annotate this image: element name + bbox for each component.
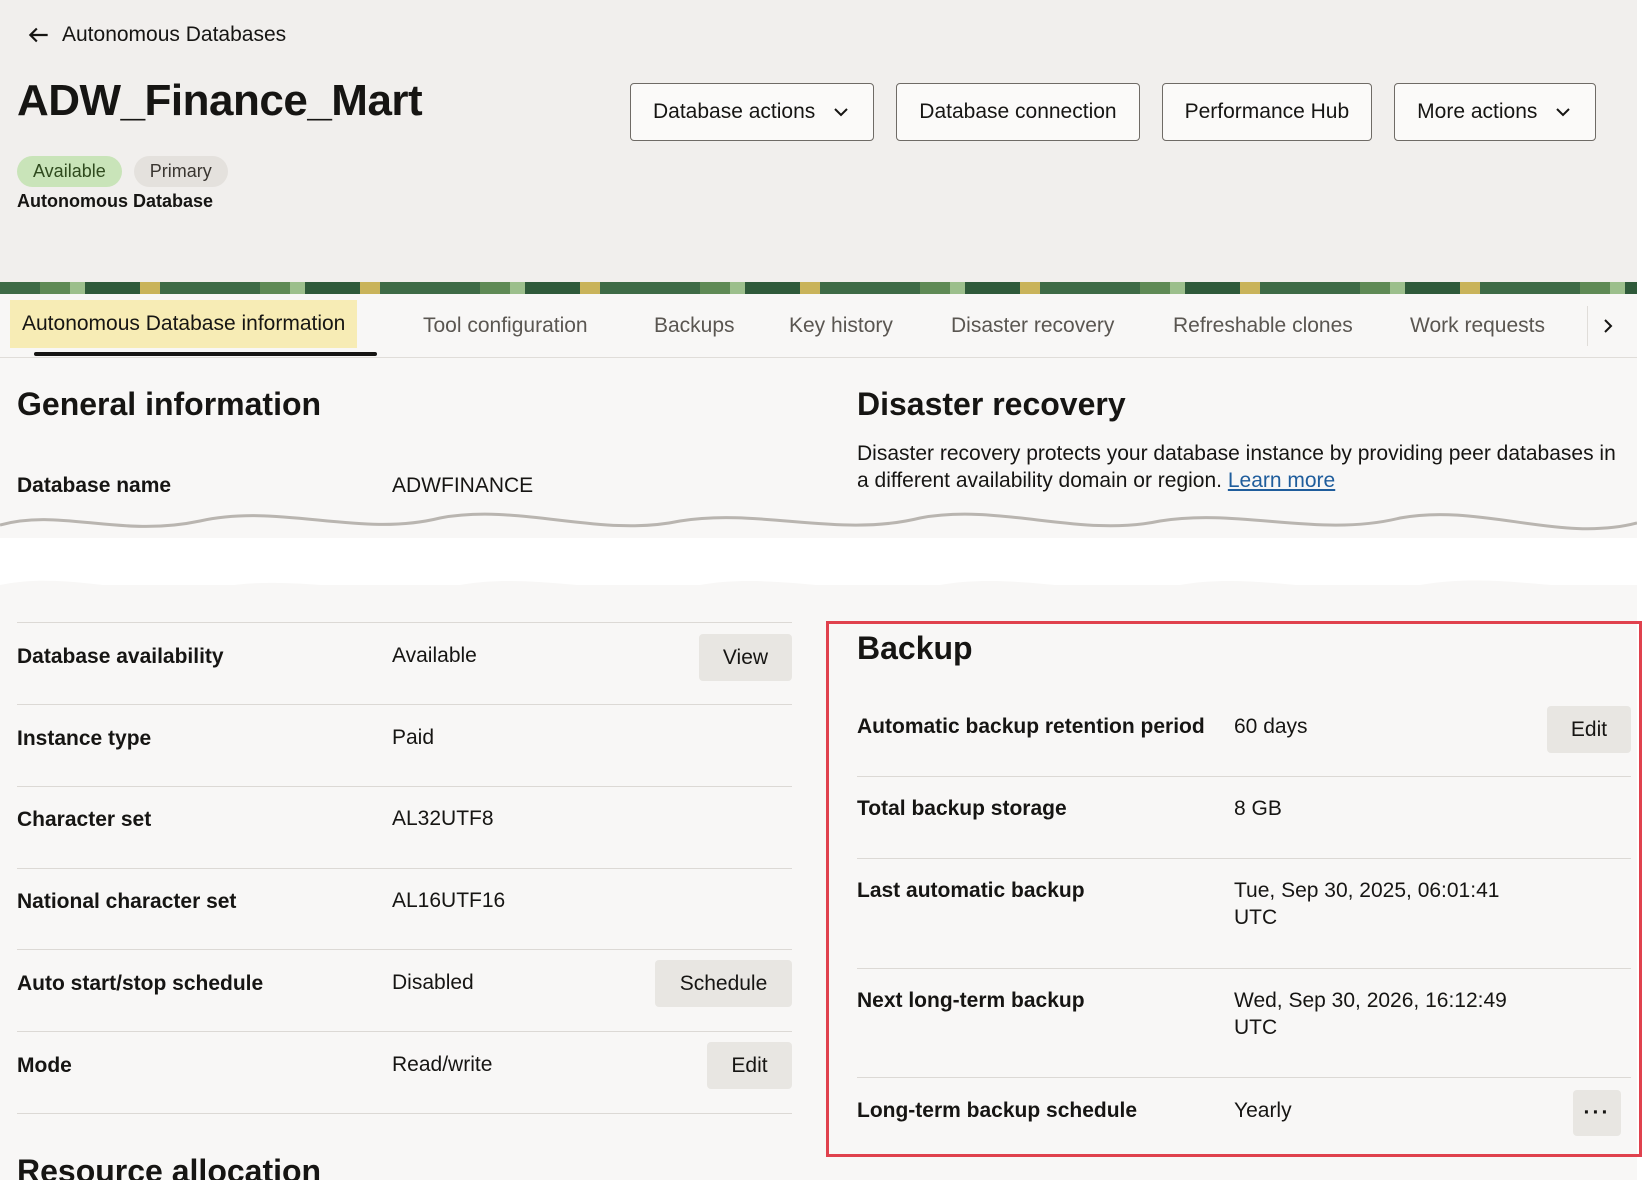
database-availability-label: Database availability [17, 645, 224, 668]
page-header: Autonomous Databases ADW_Finance_Mart Av… [0, 0, 1637, 282]
total-backup-storage-value: 8 GB [1234, 797, 1282, 820]
database-name-label: Database name [17, 474, 172, 497]
tab-work-requests[interactable]: Work requests [1410, 294, 1545, 358]
mode-label: Mode [17, 1054, 72, 1077]
disaster-recovery-title: Disaster recovery [857, 386, 1126, 422]
row-divider [17, 622, 792, 623]
tab-bar: Autonomous Database information Tool con… [0, 294, 1637, 358]
tabs-scroll-right-button[interactable] [1587, 306, 1627, 346]
learn-more-link[interactable]: Learn more [1228, 469, 1335, 492]
row-divider [857, 1077, 1631, 1078]
mode-value: Read/write [392, 1053, 493, 1076]
back-link[interactable]: Autonomous Databases [26, 22, 286, 48]
chevron-right-icon [1603, 319, 1612, 333]
tab-backups[interactable]: Backups [654, 294, 735, 358]
row-divider [17, 868, 792, 869]
torn-edge-divider [0, 505, 1637, 605]
next-long-term-backup-value: Wed, Sep 30, 2026, 16:12:49 UTC [1234, 987, 1507, 1041]
active-tab-indicator [34, 352, 377, 356]
row-divider [17, 1113, 792, 1114]
instance-type-label: Instance type [17, 727, 152, 750]
database-name-value: ADWFINANCE [392, 474, 534, 497]
more-options-icon[interactable]: ··· [1573, 1090, 1621, 1136]
more-actions-label: More actions [1417, 100, 1538, 123]
database-availability-value: Available [392, 644, 477, 667]
resource-type-label: Autonomous Database [17, 191, 214, 211]
back-link-label: Autonomous Databases [62, 23, 287, 46]
long-term-backup-schedule-label: Long-term backup schedule [857, 1099, 1138, 1122]
last-automatic-backup-label: Last automatic backup [857, 879, 1085, 902]
retention-period-label: Automatic backup retention period [857, 715, 1205, 738]
database-actions-label: Database actions [653, 100, 816, 123]
performance-hub-button[interactable]: Performance Hub [1161, 83, 1373, 141]
database-connection-button[interactable]: Database connection [896, 83, 1140, 141]
disaster-recovery-description: Disaster recovery protects your database… [857, 440, 1617, 494]
row-divider [17, 949, 792, 950]
row-divider [17, 786, 792, 787]
long-term-backup-schedule-value: Yearly [1234, 1099, 1292, 1122]
auto-start-stop-label: Auto start/stop schedule [17, 972, 264, 995]
character-set-label: Character set [17, 808, 152, 831]
backup-title: Backup [857, 630, 973, 666]
row-divider [857, 776, 1631, 777]
instance-type-value: Paid [392, 726, 435, 749]
chevron-down-icon [1556, 108, 1571, 117]
character-set-value: AL32UTF8 [392, 807, 494, 830]
national-character-set-value: AL16UTF16 [392, 889, 506, 912]
edit-retention-button[interactable]: Edit [1547, 706, 1631, 753]
national-character-set-label: National character set [17, 890, 237, 913]
next-long-term-backup-label: Next long-term backup [857, 989, 1085, 1012]
tab-key-history[interactable]: Key history [789, 294, 893, 358]
role-badge: Primary [133, 156, 228, 187]
general-information-title: General information [17, 386, 322, 422]
auto-start-stop-value: Disabled [392, 971, 474, 994]
page-title: ADW_Finance_Mart [17, 76, 423, 125]
tab-tool-configuration[interactable]: Tool configuration [423, 294, 588, 358]
last-automatic-backup-timezone: UTC [1234, 906, 1278, 929]
edit-mode-button[interactable]: Edit [707, 1042, 792, 1089]
schedule-button[interactable]: Schedule [655, 960, 792, 1007]
status-badges: Available Primary [17, 156, 228, 187]
arrow-left-icon [28, 27, 48, 43]
last-automatic-backup-datetime: Tue, Sep 30, 2025, 06:01:41 [1234, 879, 1500, 902]
more-actions-button[interactable]: More actions [1394, 83, 1597, 141]
status-badge: Available [17, 156, 122, 187]
total-backup-storage-label: Total backup storage [857, 797, 1067, 820]
row-divider [17, 704, 792, 705]
tab-refreshable-clones[interactable]: Refreshable clones [1173, 294, 1353, 358]
last-automatic-backup-value: Tue, Sep 30, 2025, 06:01:41 UTC [1234, 877, 1499, 931]
tab-disaster-recovery[interactable]: Disaster recovery [951, 294, 1114, 358]
row-divider [857, 968, 1631, 969]
next-long-term-backup-timezone: UTC [1234, 1016, 1278, 1039]
decorative-banner [0, 282, 1637, 294]
header-actions: Database actions Database connection Per… [630, 83, 1597, 141]
next-long-term-backup-datetime: Wed, Sep 30, 2026, 16:12:49 [1234, 989, 1507, 1012]
retention-period-value: 60 days [1234, 715, 1308, 738]
resource-allocation-title: Resource allocation [17, 1153, 322, 1180]
row-divider [17, 1031, 792, 1032]
view-availability-button[interactable]: View [699, 634, 792, 681]
row-divider [857, 858, 1631, 859]
tab-autonomous-database-information[interactable]: Autonomous Database information [10, 300, 358, 348]
database-actions-button[interactable]: Database actions [630, 83, 875, 141]
chevron-down-icon [834, 108, 848, 117]
